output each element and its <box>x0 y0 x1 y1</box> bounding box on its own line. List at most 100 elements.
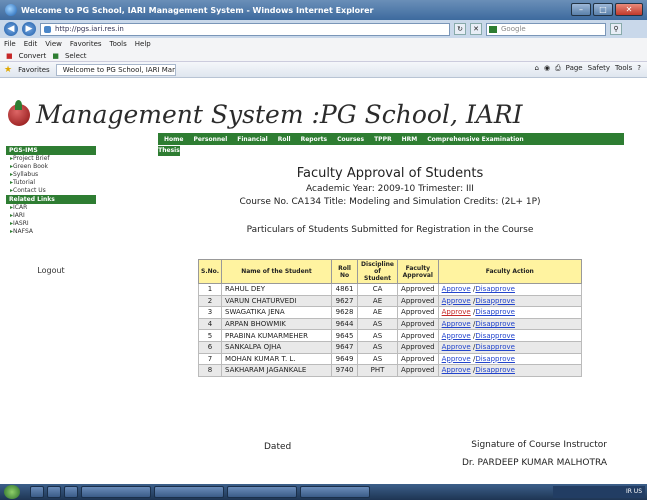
cell-faculty-action: Approve /Disapprove <box>437 364 583 377</box>
address-input[interactable]: http://pgs.iari.res.in <box>40 22 450 36</box>
taskbar-item[interactable] <box>47 486 61 498</box>
nav-tppr[interactable]: TPPR <box>374 136 392 143</box>
menu-view[interactable]: View <box>45 40 62 48</box>
close-icon[interactable]: ✕ <box>615 3 643 16</box>
disapprove-link[interactable]: Disapprove <box>475 285 515 293</box>
disapprove-link[interactable]: Disapprove <box>475 366 515 374</box>
cell-approval-status: Approved <box>397 317 439 331</box>
convert-icon: ■ <box>6 51 13 60</box>
convert-button[interactable]: Convert <box>19 52 47 60</box>
sidebar-item-green-book[interactable]: Green Book <box>6 163 96 171</box>
taskbar-item[interactable] <box>81 486 151 498</box>
nav-home[interactable]: Home <box>164 136 183 143</box>
refresh-icon[interactable]: ↻ <box>454 23 466 35</box>
menu-help[interactable]: Help <box>135 40 151 48</box>
taskbar-item[interactable] <box>154 486 224 498</box>
col-sno: S.No. <box>197 259 223 284</box>
sidebar-item-syllabus[interactable]: Syllabus <box>6 171 96 179</box>
sidebar-item-contact-us[interactable]: Contact Us <box>6 187 96 195</box>
forward-icon[interactable]: ▶ <box>22 22 36 36</box>
search-icon[interactable]: ⚲ <box>610 23 622 35</box>
favorites-star-icon[interactable]: ★ <box>4 65 12 75</box>
nav-comprehensive-exam[interactable]: Comprehensive Examination <box>427 136 523 143</box>
cell-approval-status: Approved <box>397 306 439 319</box>
taskbar-item[interactable] <box>300 486 370 498</box>
cell-student-name: PRABINA KUMARMEHER <box>221 329 333 342</box>
sidebar-item-iasri[interactable]: IASRI <box>6 220 96 228</box>
safety-menu[interactable]: Safety <box>588 64 610 73</box>
nav-thesis[interactable]: Thesis <box>158 146 180 156</box>
favorites-button[interactable]: Favorites <box>18 66 50 74</box>
menu-tools[interactable]: Tools <box>110 40 127 48</box>
cell-discipline: PHT <box>357 364 399 377</box>
nav-personnel[interactable]: Personnel <box>193 136 227 143</box>
logout-link[interactable]: Logout <box>6 266 96 275</box>
cell-approval-status: Approved <box>397 364 439 377</box>
cell-sno: 5 <box>197 329 223 342</box>
cell-approval-status: Approved <box>397 294 439 308</box>
approve-link[interactable]: Approve <box>442 332 471 340</box>
cell-roll-no: 9647 <box>331 340 359 354</box>
menu-edit[interactable]: Edit <box>24 40 38 48</box>
sidebar-item-tutorial[interactable]: Tutorial <box>6 179 96 187</box>
select-icon: ■ <box>52 51 59 60</box>
approve-link[interactable]: Approve <box>442 343 471 351</box>
disapprove-link[interactable]: Disapprove <box>475 355 515 363</box>
select-button[interactable]: Select <box>65 52 87 60</box>
feeds-icon[interactable]: ◉ <box>544 64 550 73</box>
browser-tab[interactable]: Welcome to PG School, IARI Management Sy… <box>55 63 176 76</box>
window-titlebar[interactable]: Welcome to PG School, IARI Management Sy… <box>0 0 647 20</box>
cell-faculty-action: Approve /Disapprove <box>437 317 583 331</box>
maximize-icon[interactable]: □ <box>593 3 613 16</box>
disapprove-link[interactable]: Disapprove <box>475 308 515 316</box>
approve-link[interactable]: Approve <box>442 355 471 363</box>
signature-label: Signature of Course Instructor <box>471 440 607 450</box>
back-icon[interactable]: ◀ <box>4 22 18 36</box>
home-icon[interactable]: ⌂ <box>535 64 539 73</box>
menu-favorites[interactable]: Favorites <box>70 40 102 48</box>
search-input[interactable]: Google <box>486 22 606 36</box>
col-discipline: Discipline of Student <box>357 259 399 284</box>
disapprove-link[interactable]: Disapprove <box>475 297 515 305</box>
help-icon[interactable]: ? <box>637 64 641 73</box>
cell-student-name: SAKHARAM JAGANKALE <box>221 364 333 377</box>
col-roll: Roll No <box>331 259 359 284</box>
nav-reports[interactable]: Reports <box>301 136 328 143</box>
sidebar-item-icar[interactable]: ICAR <box>6 204 96 212</box>
nav-courses[interactable]: Courses <box>337 136 364 143</box>
disapprove-link[interactable]: Disapprove <box>475 343 515 351</box>
approve-link[interactable]: Approve <box>442 320 471 328</box>
approve-link[interactable]: Approve <box>442 297 471 305</box>
cell-sno: 7 <box>197 352 223 366</box>
cell-student-name: SANKALPA OJHA <box>221 340 333 354</box>
nav-hrm[interactable]: HRM <box>402 136 418 143</box>
cell-sno: 3 <box>197 306 223 319</box>
minimize-icon[interactable]: – <box>571 3 591 16</box>
approve-link[interactable]: Approve <box>442 285 471 293</box>
nav-roll[interactable]: Roll <box>278 136 291 143</box>
nav-financial[interactable]: Financial <box>237 136 267 143</box>
stop-icon[interactable]: ✕ <box>470 23 482 35</box>
approve-link[interactable]: Approve <box>442 308 471 316</box>
sidebar-item-nafsa[interactable]: NAFSA <box>6 228 96 236</box>
main-nav: Home Personnel Financial Roll Reports Co… <box>158 133 624 145</box>
cell-student-name: SWAGATIKA JENA <box>221 306 333 319</box>
sidebar-item-iari[interactable]: IARI <box>6 212 96 220</box>
disapprove-link[interactable]: Disapprove <box>475 320 515 328</box>
tools-menu[interactable]: Tools <box>615 64 632 73</box>
start-button-icon[interactable] <box>4 485 20 499</box>
taskbar-item[interactable] <box>227 486 297 498</box>
menu-file[interactable]: File <box>4 40 16 48</box>
cell-sno: 2 <box>197 294 223 308</box>
taskbar-item[interactable] <box>64 486 78 498</box>
taskbar-item[interactable] <box>30 486 44 498</box>
menu-bar: File Edit View Favorites Tools Help <box>0 38 647 50</box>
cell-discipline: AS <box>357 317 399 331</box>
disapprove-link[interactable]: Disapprove <box>475 332 515 340</box>
cell-discipline: CA <box>357 283 399 296</box>
sidebar-item-project-brief[interactable]: Project Brief <box>6 155 96 163</box>
approve-link[interactable]: Approve <box>442 366 471 374</box>
cell-faculty-action: Approve /Disapprove <box>437 306 583 319</box>
print-icon[interactable]: ⎙ <box>555 64 561 73</box>
page-menu[interactable]: Page <box>566 64 583 73</box>
